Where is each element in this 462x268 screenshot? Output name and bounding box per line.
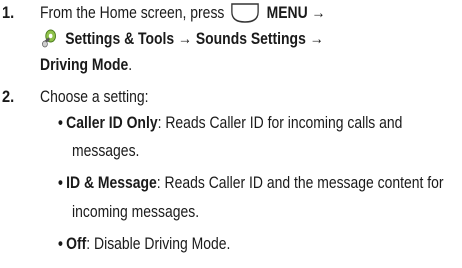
option-description: : Disable Driving Mode. bbox=[86, 234, 231, 253]
arrow: → bbox=[309, 29, 324, 48]
step-1-prefix: From the Home screen, press bbox=[40, 3, 225, 22]
option-id-and-message: • ID & Message: Reads Caller ID and the m… bbox=[58, 170, 444, 196]
option-caller-id-only: • Caller ID Only: Reads Caller ID for inc… bbox=[58, 110, 402, 136]
step-1-line-2: Settings & Tools → Sounds Settings → bbox=[40, 26, 324, 52]
menu-key-icon bbox=[230, 3, 259, 23]
option-description: : Reads Caller ID and the message conten… bbox=[156, 173, 444, 192]
option-name: Caller ID Only bbox=[66, 113, 158, 132]
arrow: → bbox=[178, 29, 192, 48]
step-number: 1. bbox=[2, 3, 15, 22]
menu-label: MENU bbox=[266, 3, 308, 22]
step-1-line-1: From the Home screen, press MENU → bbox=[40, 0, 325, 26]
settings-tools-icon bbox=[42, 29, 56, 48]
period: . bbox=[128, 55, 133, 74]
settings-tools-label: Settings & Tools bbox=[65, 29, 175, 48]
bullet: • bbox=[58, 173, 63, 192]
option-description-continued: messages. bbox=[72, 141, 140, 160]
step-2-text: Choose a setting: bbox=[40, 87, 149, 106]
option-name: Off bbox=[66, 234, 87, 253]
sounds-settings-label: Sounds Settings bbox=[195, 29, 306, 48]
instruction-page: 1. From the Home screen, press MENU → Se… bbox=[0, 0, 462, 268]
option-description: : Reads Caller ID for incoming calls and bbox=[157, 113, 403, 132]
step-1-line-3: Driving Mode. bbox=[40, 52, 132, 78]
arrow: → bbox=[311, 3, 326, 22]
option-off: • Off: Disable Driving Mode. bbox=[58, 231, 230, 257]
step-number: 2. bbox=[2, 87, 15, 106]
option-description-continued: incoming messages. bbox=[72, 202, 200, 221]
bullet: • bbox=[58, 113, 63, 132]
option-name: ID & Message bbox=[66, 173, 157, 192]
bullet: • bbox=[58, 234, 63, 253]
driving-mode-label: Driving Mode bbox=[40, 55, 129, 74]
